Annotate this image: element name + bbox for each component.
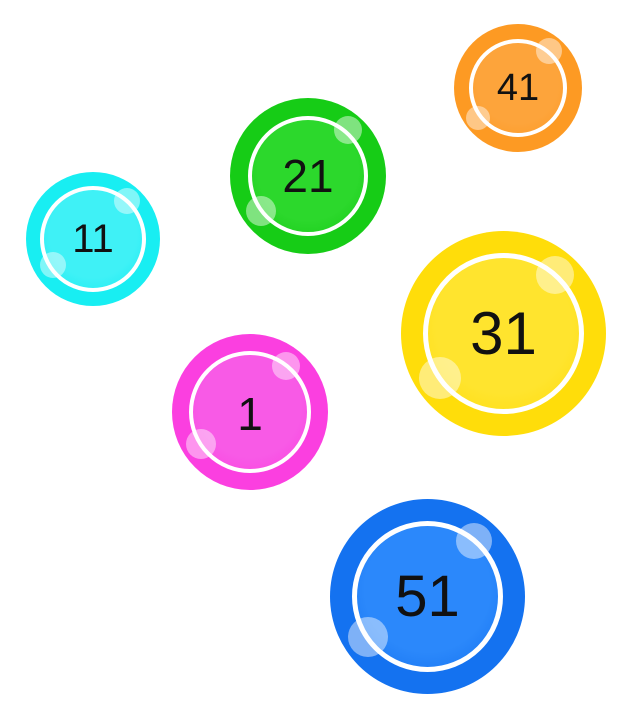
- ball-11[interactable]: 11: [26, 172, 160, 306]
- ball-number: 31: [470, 299, 537, 367]
- ball-1[interactable]: 1: [172, 334, 328, 490]
- ball-number: 21: [282, 150, 334, 202]
- ball-41[interactable]: 41: [454, 24, 582, 152]
- ball-31[interactable]: 31: [401, 231, 606, 436]
- ball-number: 1: [237, 388, 263, 440]
- ball-number: 11: [72, 217, 114, 261]
- ball-number: 51: [395, 563, 460, 629]
- ball-21[interactable]: 21: [230, 98, 386, 254]
- ball-number: 41: [496, 67, 540, 109]
- lottery-ball-board: 1 11 21 31 41 51: [0, 0, 621, 708]
- ball-51[interactable]: 51: [330, 499, 525, 694]
